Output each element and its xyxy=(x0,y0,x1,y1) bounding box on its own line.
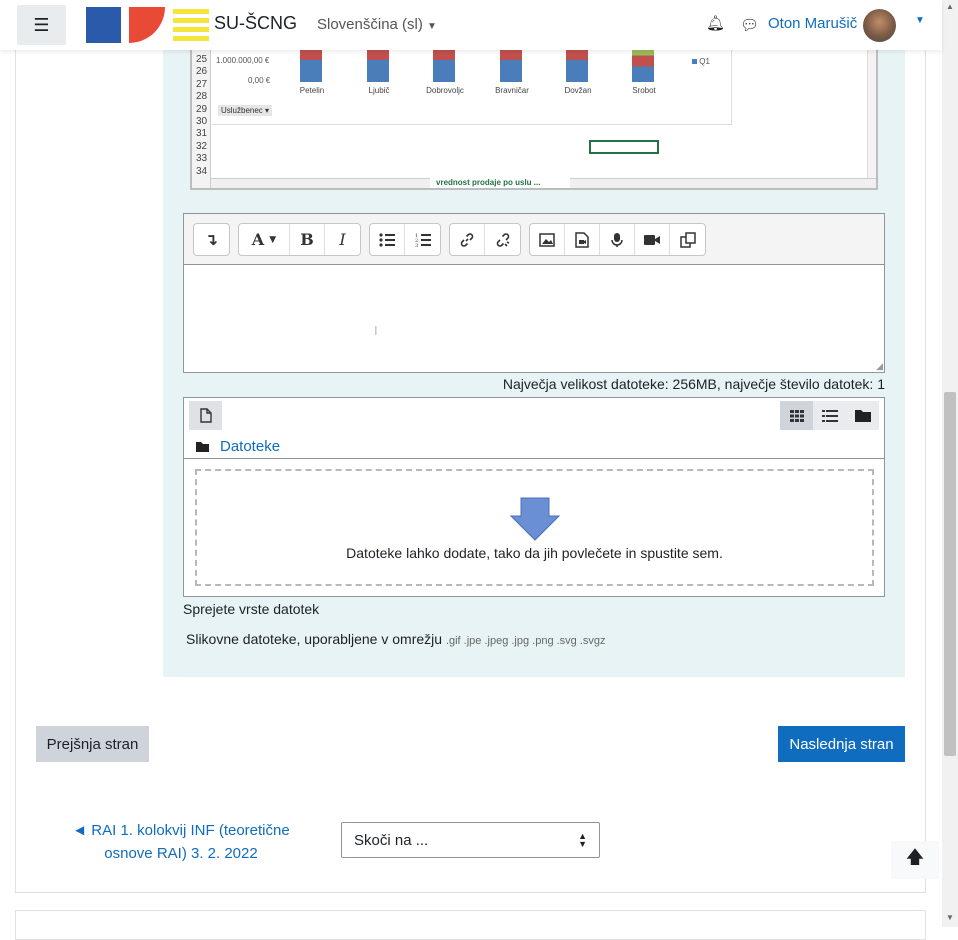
category-label: Dovžan xyxy=(564,86,592,95)
category-label: Srobot xyxy=(632,86,656,95)
chart-bar xyxy=(300,48,322,82)
row-number: 28 xyxy=(195,91,208,103)
chart-bar xyxy=(632,48,654,82)
arrow-up-icon: 🡅︎ xyxy=(905,847,925,867)
school-logo[interactable] xyxy=(86,7,209,43)
chart-bar xyxy=(566,48,588,82)
category-label: Ljubič xyxy=(368,86,390,95)
row-number: 34 xyxy=(195,165,208,177)
chart-bar xyxy=(433,48,455,82)
file-icon xyxy=(199,408,212,423)
text-cursor-icon: I xyxy=(374,323,378,338)
site-brand[interactable]: SU-ŠCNG xyxy=(214,13,297,34)
avatar[interactable] xyxy=(863,9,896,42)
microphone-icon[interactable] xyxy=(600,224,635,255)
italic-button[interactable]: I xyxy=(325,224,360,255)
chat-icon[interactable]: 💬︎ xyxy=(740,16,759,34)
filter-button: Uslužbenec ▾ xyxy=(218,105,273,116)
list-view-icon[interactable] xyxy=(813,401,846,430)
y-tick-label: 1.000.000,00 € xyxy=(216,56,270,65)
caret-down-icon: ▼ xyxy=(427,21,437,32)
row-number: 26 xyxy=(195,66,208,78)
editor-toolbar: ↴ A ▼ B I 123 xyxy=(184,214,884,265)
row-number: 29 xyxy=(195,103,208,115)
copy-icon[interactable] xyxy=(670,224,705,255)
language-label: Slovenščina (sl) xyxy=(317,16,423,33)
image-icon[interactable] xyxy=(530,224,565,255)
numbered-list-icon[interactable]: 123 xyxy=(405,224,440,255)
next-page-button[interactable]: Naslednja stran xyxy=(778,726,905,762)
top-navbar: ☰ SU-ŠCNG Slovenščina (sl) ▼ 🔔︎ 💬︎ Oton … xyxy=(0,0,942,50)
accepted-types: Slikovne datoteke, uporabljene v omrežju… xyxy=(186,631,606,647)
font-style-button[interactable]: A ▼ xyxy=(239,224,290,255)
scrollbar-thumb[interactable] xyxy=(944,392,956,756)
previous-page-button[interactable]: Prejšnja stran xyxy=(36,726,149,762)
grid-view-icon[interactable] xyxy=(780,401,813,430)
footer-card xyxy=(15,910,926,940)
category-label: Dobrovoljc xyxy=(426,86,464,95)
folder-view-icon[interactable] xyxy=(846,401,879,430)
language-menu[interactable]: Slovenščina (sl) ▼ xyxy=(317,16,437,33)
scroll-down-icon[interactable]: ▼ xyxy=(946,913,954,922)
add-file-button[interactable] xyxy=(189,401,222,430)
editor-textarea[interactable]: I ◢ xyxy=(184,265,884,372)
svg-text:3: 3 xyxy=(415,243,418,247)
chart-bar xyxy=(500,48,522,82)
media-icon[interactable] xyxy=(565,224,600,255)
back-to-top-button[interactable]: 🡅︎ xyxy=(891,841,939,879)
row-number: 27 xyxy=(195,78,208,90)
toolbar-toggle-button[interactable]: ↴ xyxy=(194,224,229,255)
video-camera-icon[interactable] xyxy=(635,224,670,255)
user-name[interactable]: Oton Marušič xyxy=(768,15,857,32)
drop-zone-text: Datoteke lahko dodate, tako da jih povle… xyxy=(346,545,723,561)
legend-item: Q1 xyxy=(692,57,710,66)
row-number: 30 xyxy=(195,116,208,127)
select-arrows-icon: ▲ ▼ xyxy=(578,831,587,849)
file-limits: Največja velikost datoteke: 256MB, najve… xyxy=(502,376,885,392)
jump-select-value: Skoči na ... xyxy=(354,832,429,849)
category-label: Petelin xyxy=(299,86,325,95)
bold-button[interactable]: B xyxy=(290,224,325,255)
folder-path-link[interactable]: Datoteke xyxy=(220,438,280,455)
text-editor: ↴ A ▼ B I 123 I ◢ xyxy=(183,213,885,373)
accepted-types-label: Sprejete vrste datotek xyxy=(183,601,320,617)
link-icon[interactable] xyxy=(450,224,485,255)
row-number: 33 xyxy=(195,153,208,165)
bullet-list-icon[interactable] xyxy=(370,224,405,255)
arrow-down-icon xyxy=(509,497,560,541)
scroll-up-icon[interactable]: ▲ xyxy=(946,2,954,11)
sheet-tab: vrednost prodaje po uslu ... xyxy=(430,178,570,188)
row-number: 32 xyxy=(195,140,208,152)
row-number: 31 xyxy=(195,128,208,140)
unlink-icon[interactable] xyxy=(485,224,520,255)
hamburger-icon: ☰ xyxy=(33,14,50,35)
folder-icon xyxy=(196,442,209,452)
y-tick-label: 0,00 € xyxy=(248,76,271,85)
user-menu-caret-icon[interactable]: ▼ xyxy=(915,15,925,26)
bell-icon[interactable]: 🔔︎ xyxy=(706,14,725,32)
category-label: Bravničar xyxy=(495,86,529,95)
menu-toggle-button[interactable]: ☰ xyxy=(17,5,66,45)
jump-to-select[interactable]: Skoči na ... ▲ ▼ xyxy=(341,822,600,858)
row-number: 25 xyxy=(195,54,208,65)
chart-bar xyxy=(367,48,389,82)
resize-handle-icon[interactable]: ◢ xyxy=(876,361,883,372)
file-manager: Datoteke Datoteke lahko dodate, tako da … xyxy=(183,397,885,597)
drop-zone[interactable]: Datoteke lahko dodate, tako da jih povle… xyxy=(195,469,874,586)
previous-activity-link[interactable]: ◄ RAI 1. kolokvij INF (teoretične osnove… xyxy=(66,819,296,865)
